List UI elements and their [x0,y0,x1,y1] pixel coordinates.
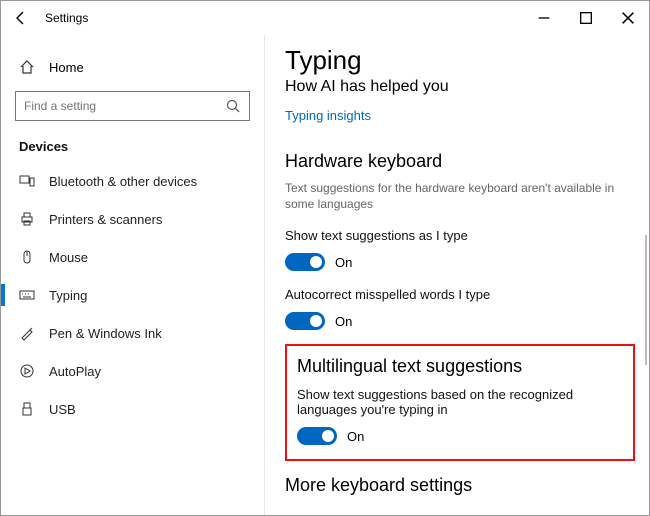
sidebar-item-autoplay[interactable]: AutoPlay [1,352,250,390]
typing-insights-link[interactable]: Typing insights [285,108,371,123]
sidebar: Home Devices Bluetooth & other devices P… [1,35,265,515]
sidebar-item-usb[interactable]: USB [1,390,250,428]
sidebar-item-typing[interactable]: Typing [1,276,250,314]
pen-icon [19,325,35,341]
page-subtitle: How AI has helped you [285,78,635,96]
more-keyboard-heading: More keyboard settings [285,475,635,496]
setting-show-suggestions-label: Show text suggestions as I type [285,228,635,243]
toggle-multilingual[interactable] [297,427,337,445]
sidebar-item-bluetooth[interactable]: Bluetooth & other devices [1,162,250,200]
toggle-state: On [347,429,364,444]
nav-label: Typing [49,288,87,303]
autoplay-icon [19,363,35,379]
multilingual-highlight-box: Multilingual text suggestions Show text … [285,344,635,461]
toggle-state: On [335,314,352,329]
home-icon [19,59,35,75]
sidebar-item-mouse[interactable]: Mouse [1,238,250,276]
titlebar: Settings [1,1,649,35]
sidebar-item-printers[interactable]: Printers & scanners [1,200,250,238]
sidebar-item-pen[interactable]: Pen & Windows Ink [1,314,250,352]
page-title: Typing [285,45,635,76]
multilingual-heading: Multilingual text suggestions [297,356,623,377]
close-button[interactable] [607,4,649,32]
multilingual-desc: Show text suggestions based on the recog… [297,387,623,417]
nav-label: USB [49,402,76,417]
toggle-show-suggestions[interactable] [285,253,325,271]
search-icon [225,98,241,114]
home-label: Home [49,60,84,75]
toggle-state: On [335,255,352,270]
devices-icon [19,173,35,189]
maximize-button[interactable] [565,4,607,32]
home-button[interactable]: Home [15,51,250,83]
content-pane: Typing How AI has helped you Typing insi… [265,35,649,515]
nav-label: Mouse [49,250,88,265]
hardware-keyboard-heading: Hardware keyboard [285,151,635,172]
nav-label: Bluetooth & other devices [49,174,197,189]
window-title: Settings [45,11,88,25]
printer-icon [19,211,35,227]
usb-icon [19,401,35,417]
nav-label: Pen & Windows Ink [49,326,162,341]
search-input[interactable] [15,91,250,121]
minimize-button[interactable] [523,4,565,32]
nav-label: Printers & scanners [49,212,162,227]
scrollbar[interactable] [645,235,647,365]
mouse-icon [19,249,35,265]
toggle-autocorrect[interactable] [285,312,325,330]
keyboard-icon [19,287,35,303]
back-icon[interactable] [13,10,29,26]
hardware-keyboard-desc: Text suggestions for the hardware keyboa… [285,180,635,212]
search-field[interactable] [24,99,225,113]
setting-autocorrect-label: Autocorrect misspelled words I type [285,287,635,302]
nav-label: AutoPlay [49,364,101,379]
settings-window: Settings Home [0,0,650,516]
section-header: Devices [19,139,250,154]
